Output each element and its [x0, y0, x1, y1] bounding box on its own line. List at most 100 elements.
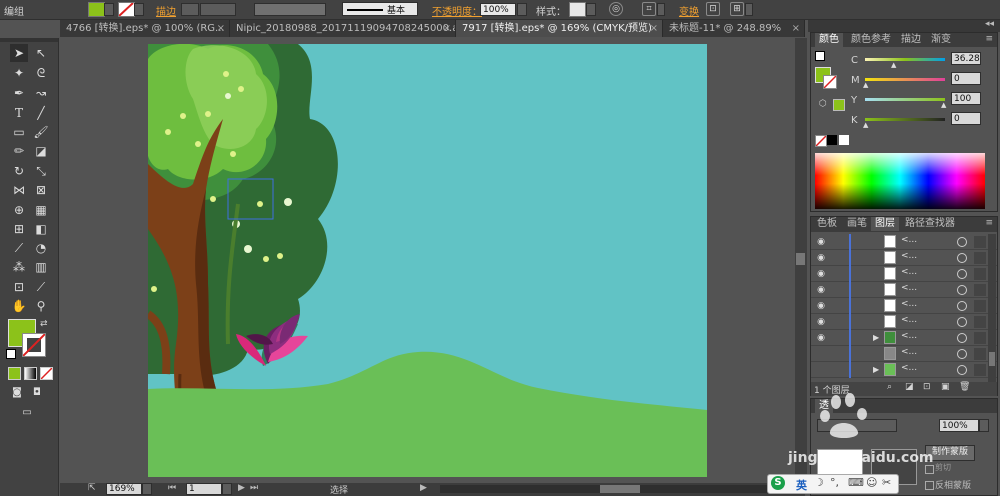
type-tool-icon[interactable]: T	[10, 104, 28, 122]
direct-selection-tool-icon[interactable]: ↖	[32, 44, 50, 62]
artboard-number-input[interactable]: 1	[186, 483, 222, 495]
hand-tool-icon[interactable]: ✋	[10, 297, 28, 315]
layer-row[interactable]: ◉ ▶ <...	[811, 330, 997, 346]
channel-y-input[interactable]: 100	[951, 92, 981, 105]
rotate-tool-icon[interactable]: ↻	[10, 162, 28, 180]
close-icon[interactable]: ×	[217, 20, 225, 37]
line-tool-icon[interactable]: ╱	[32, 104, 50, 122]
layer-row[interactable]: ◉ <...	[811, 282, 997, 298]
vertical-scrollbar[interactable]	[795, 38, 807, 483]
isolate-group-icon[interactable]: ⊡	[706, 2, 720, 16]
channel-y-handle[interactable]: ▲	[941, 101, 946, 109]
target-icon[interactable]	[957, 365, 967, 375]
eye-icon[interactable]: ◉	[815, 316, 827, 328]
channel-k-input[interactable]: 0	[951, 112, 981, 125]
scroll-thumb[interactable]	[796, 253, 805, 265]
graphic-style-swatch[interactable]	[569, 2, 586, 17]
eraser-tool-icon[interactable]: ◪	[32, 142, 50, 160]
tools-icon[interactable]: ✂	[882, 476, 891, 489]
stroke-weight-stepper[interactable]	[181, 3, 199, 16]
delete-layer-icon[interactable]: 🗑	[959, 382, 970, 392]
make-clipping-mask-icon[interactable]: ◪	[905, 382, 914, 392]
selection-indicator[interactable]	[974, 284, 986, 296]
blend-tool-icon[interactable]: ◔	[32, 239, 50, 257]
horizontal-scrollbar[interactable]	[440, 485, 790, 493]
channel-k-handle[interactable]: ▲	[863, 121, 868, 129]
close-icon[interactable]: ×	[792, 20, 800, 37]
symbol-sprayer-tool-icon[interactable]: ⁂	[10, 258, 28, 276]
pen-tool-icon[interactable]: ✒	[10, 84, 28, 102]
free-transform-tool-icon[interactable]: ⊠	[32, 181, 50, 199]
status-menu-icon[interactable]: ▶	[420, 483, 427, 493]
tab-gradient[interactable]: 渐变	[927, 33, 955, 47]
swap-fill-stroke-icon[interactable]: ⇄	[40, 319, 48, 329]
align-icon[interactable]: ⌗	[642, 2, 656, 16]
moon-punctuation-icon[interactable]: ☽	[814, 476, 824, 489]
out-of-gamut-icon[interactable]: ⬡	[819, 99, 827, 109]
stroke-swatch[interactable]	[118, 2, 135, 17]
tab-brushes[interactable]: 画笔	[843, 217, 871, 231]
selection-indicator[interactable]	[974, 316, 986, 328]
none-swatch[interactable]	[815, 135, 827, 147]
layers-menu-icon[interactable]: ≡	[985, 218, 993, 228]
variable-width-profile[interactable]	[254, 3, 326, 16]
expand-arrow-icon[interactable]: ▶	[873, 333, 879, 342]
target-icon[interactable]	[957, 269, 967, 279]
selection-indicator[interactable]	[974, 236, 986, 248]
close-icon[interactable]: ×	[650, 20, 658, 37]
pencil-tool-icon[interactable]: ✏	[10, 142, 28, 160]
slice-tool-icon[interactable]: ⟋	[32, 278, 50, 296]
perspective-grid-tool-icon[interactable]: ▦	[32, 201, 50, 219]
target-icon[interactable]	[957, 285, 967, 295]
channel-y-slider[interactable]	[865, 98, 945, 101]
transform-link[interactable]: 变换	[679, 3, 699, 18]
transparency-opacity-dropdown[interactable]	[979, 419, 989, 432]
export-icon[interactable]: ⇱	[88, 483, 102, 495]
panel-menu-icon[interactable]: ≡	[985, 34, 993, 44]
paintbrush-tool-icon[interactable]: 🖌	[32, 123, 50, 141]
channel-c-handle[interactable]: ▲	[891, 61, 896, 69]
eye-icon[interactable]: ◉	[815, 300, 827, 312]
new-layer-icon[interactable]: ▣	[941, 382, 950, 392]
arrange-icon[interactable]: ⊞	[730, 2, 744, 16]
zoom-input[interactable]: 169%	[106, 483, 142, 495]
tab-color-guide[interactable]: 颜色参考	[847, 33, 895, 47]
stroke-weight-field[interactable]	[200, 3, 236, 16]
stroke-label[interactable]: 描边	[156, 3, 176, 18]
color-mode-icon[interactable]	[8, 367, 21, 380]
scale-tool-icon[interactable]: ⤡	[32, 162, 50, 180]
eye-icon[interactable]: ◉	[815, 268, 827, 280]
recolor-artwork-icon[interactable]: ◎	[609, 2, 623, 16]
tab-transparency[interactable]: 透	[815, 399, 833, 413]
tab-layers[interactable]: 图层	[871, 217, 899, 231]
tab-document-3[interactable]: 7917 [转换].eps* @ 169% (CMYK/预览) ×	[456, 20, 663, 37]
gradient-tool-icon[interactable]: ◧	[32, 220, 50, 238]
layer-row[interactable]: ◉ <...	[811, 298, 997, 314]
brush-definition-dropdown[interactable]: 基本	[342, 2, 418, 16]
color-spectrum[interactable]	[815, 153, 985, 209]
tab-stroke[interactable]: 描边	[897, 33, 925, 47]
eye-icon[interactable]: ◉	[815, 284, 827, 296]
make-mask-button[interactable]: 制作蒙版	[925, 445, 975, 461]
tab-swatches[interactable]: 色板	[813, 217, 841, 231]
artboard-tool-icon[interactable]: ⊡	[10, 278, 28, 296]
collapse-dock-icon[interactable]: ◂◂	[985, 19, 994, 29]
channel-m-input[interactable]: 0	[951, 72, 981, 85]
target-icon[interactable]	[957, 237, 967, 247]
artboard-dropdown[interactable]	[222, 483, 232, 495]
zoom-dropdown[interactable]	[142, 483, 152, 495]
layer-row[interactable]: ◉ <...	[811, 250, 997, 266]
tab-color[interactable]: 颜色	[815, 33, 843, 47]
fill-dropdown[interactable]	[104, 3, 114, 16]
close-icon[interactable]: ×	[443, 20, 451, 37]
user-icon[interactable]: ☺	[866, 476, 877, 489]
layer-row[interactable]: ◉ <...	[811, 234, 997, 250]
selection-indicator[interactable]	[974, 332, 986, 344]
none-mode-icon[interactable]	[40, 367, 53, 380]
channel-m-handle[interactable]: ▲	[863, 81, 868, 89]
target-icon[interactable]	[957, 301, 967, 311]
layer-row[interactable]: ▶ <...	[811, 362, 997, 378]
align-dropdown[interactable]	[657, 3, 665, 16]
blend-mode-dropdown[interactable]	[817, 419, 897, 432]
new-sublayer-icon[interactable]: ⊡	[923, 382, 931, 392]
